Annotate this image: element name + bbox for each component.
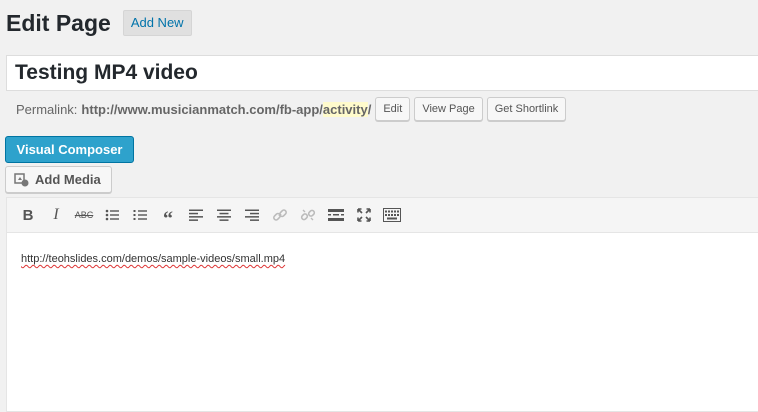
permalink-url[interactable]: http://www.musicianmatch.com/fb-app/: [81, 102, 322, 117]
unlink-icon[interactable]: [297, 204, 319, 226]
italic-icon[interactable]: I: [45, 204, 67, 226]
align-center-icon[interactable]: [213, 204, 235, 226]
permalink-row: Permalink: http://www.musicianmatch.com/…: [16, 97, 567, 121]
permalink-label: Permalink:: [16, 101, 78, 117]
bullet-list-icon[interactable]: [101, 204, 123, 226]
toolbar-toggle-icon[interactable]: [381, 204, 403, 226]
page-header: Edit Page Add New: [6, 8, 192, 38]
edit-permalink-button[interactable]: Edit: [375, 97, 411, 121]
permalink-slug[interactable]: activity: [322, 101, 368, 117]
strikethrough-icon[interactable]: ABC: [73, 204, 95, 226]
editor-text: http://teohslides.com/demos/sample-video…: [21, 253, 286, 265]
add-media-button[interactable]: Add Media: [5, 166, 112, 193]
numbered-list-icon[interactable]: [129, 204, 151, 226]
fullscreen-icon[interactable]: [353, 204, 375, 226]
blockquote-icon[interactable]: “: [157, 204, 179, 229]
permalink-trailing: /: [367, 101, 372, 117]
link-icon[interactable]: [269, 204, 291, 226]
get-shortlink-button[interactable]: Get Shortlink: [486, 97, 567, 121]
view-page-button[interactable]: View Page: [414, 97, 483, 121]
editor-content[interactable]: http://teohslides.com/demos/sample-video…: [7, 233, 758, 285]
add-media-label: Add Media: [35, 172, 101, 187]
media-icon: [14, 172, 29, 186]
post-title-text: Testing MP4 video: [15, 61, 198, 84]
visual-composer-button[interactable]: Visual Composer: [5, 136, 134, 163]
add-new-button[interactable]: Add New: [122, 10, 192, 36]
content-editor: B I ABC “ http://teohslides.com/demos/sa…: [6, 197, 758, 412]
editor-toolbar: B I ABC “: [7, 198, 758, 233]
page-title: Edit Page: [6, 10, 111, 36]
read-more-icon[interactable]: [325, 204, 347, 226]
bold-icon[interactable]: B: [17, 204, 39, 226]
align-left-icon[interactable]: [185, 204, 207, 226]
align-right-icon[interactable]: [241, 204, 263, 226]
post-title-field[interactable]: Testing MP4 video: [6, 55, 758, 91]
